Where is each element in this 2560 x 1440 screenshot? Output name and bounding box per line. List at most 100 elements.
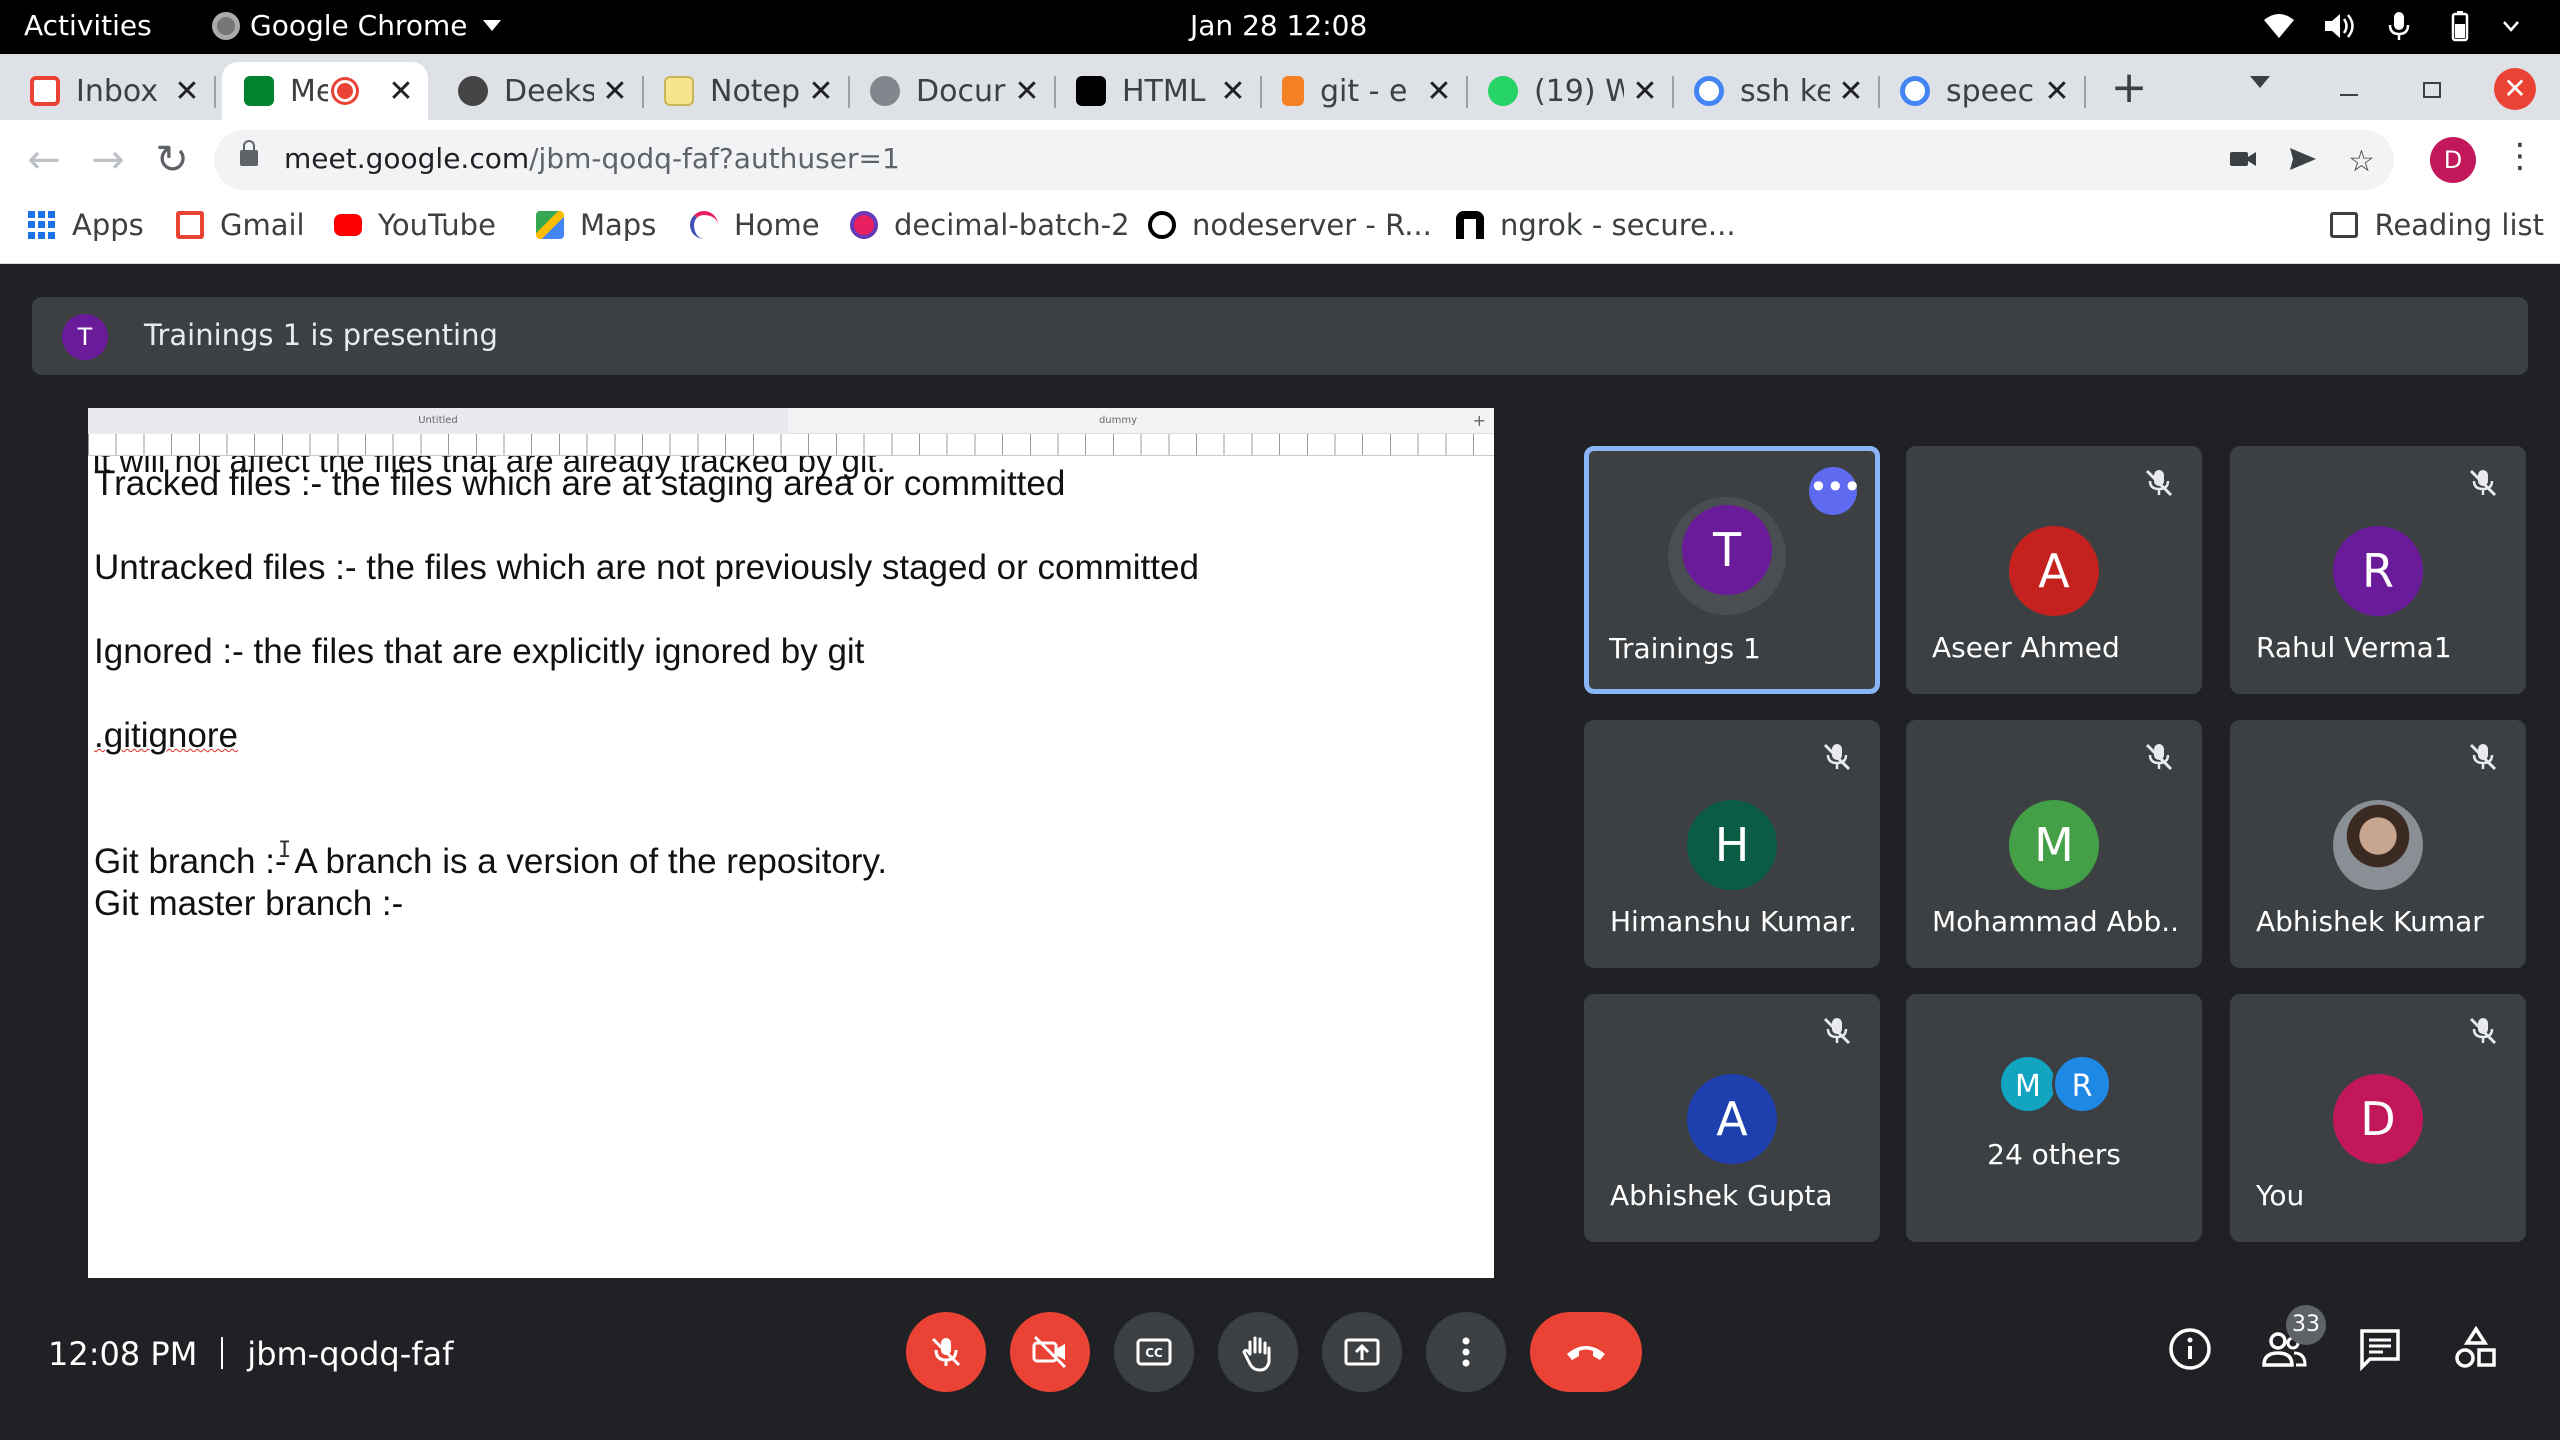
- participant-name: Abhishek Kumar: [2256, 905, 2484, 938]
- browser-tab[interactable]: ssh ke ✕: [1672, 62, 1880, 120]
- chrome-menu-icon[interactable]: ⋮: [2500, 136, 2540, 176]
- toggle-microphone-button[interactable]: [906, 1312, 986, 1392]
- camera-icon[interactable]: [2228, 144, 2258, 182]
- others-count-label: 24 others: [1987, 1138, 2121, 1171]
- participant-avatar: M: [1998, 1054, 2058, 1114]
- close-tab-icon[interactable]: ✕: [1834, 74, 1868, 109]
- profile-avatar[interactable]: D: [2430, 137, 2476, 183]
- address-bar[interactable]: meet.google.com/jbm-qodq-faf?authuser=1 …: [214, 130, 2394, 190]
- bookmark-apps[interactable]: Apps: [28, 208, 144, 242]
- close-tab-icon[interactable]: ✕: [1010, 74, 1044, 109]
- shared-doc-line: Ignored :- the files that are explicitly…: [94, 632, 865, 671]
- tab-search-icon[interactable]: [2250, 76, 2270, 88]
- reading-list-button[interactable]: Reading list: [2330, 208, 2544, 242]
- close-tab-icon[interactable]: ✕: [1422, 74, 1456, 109]
- participant-tile[interactable]: T ••• Trainings 1: [1584, 446, 1880, 694]
- meeting-info-icon[interactable]: [2164, 1323, 2216, 1375]
- present-now-button[interactable]: [1322, 1312, 1402, 1392]
- close-tab-icon[interactable]: ✕: [170, 74, 204, 109]
- reload-icon[interactable]: ↻: [150, 138, 194, 182]
- bookmark-youtube[interactable]: YouTube: [334, 208, 496, 242]
- restore-window-icon[interactable]: [2423, 82, 2441, 98]
- browser-tab-active[interactable]: Me ✕: [222, 62, 428, 120]
- shared-doc-tabs: Untitled dummy +: [88, 408, 1494, 434]
- captions-button[interactable]: CC: [1114, 1312, 1194, 1392]
- system-tray[interactable]: [2262, 10, 2520, 42]
- back-arrow-icon[interactable]: ←: [22, 138, 66, 182]
- close-window-button[interactable]: ✕: [2494, 68, 2536, 110]
- participant-tile[interactable]: R Rahul Verma1: [2230, 446, 2526, 694]
- browser-tab[interactable]: Inbox ✕: [8, 62, 216, 120]
- close-tab-icon[interactable]: ✕: [598, 74, 632, 109]
- system-clock[interactable]: Jan 28 12:08: [1190, 9, 1367, 42]
- home-icon: [690, 211, 718, 239]
- bookmark-ngrok[interactable]: ngrok - secure...: [1456, 208, 1736, 242]
- bookmark-maps[interactable]: Maps: [536, 208, 656, 242]
- forward-arrow-icon[interactable]: →: [86, 138, 130, 182]
- participant-tile[interactable]: A Abhishek Gupta: [1584, 994, 1880, 1242]
- activities-icon[interactable]: [2450, 1323, 2502, 1375]
- reading-list-icon: [2330, 212, 2359, 238]
- more-options-button[interactable]: [1426, 1312, 1506, 1392]
- bookmark-label: Maps: [580, 208, 657, 242]
- leave-call-button[interactable]: [1530, 1312, 1642, 1392]
- browser-tab-strip: Inbox ✕ Me ✕ Deeks ✕ Notep ✕ Docur ✕ HTM…: [0, 54, 2560, 120]
- others-tile[interactable]: M R 24 others: [1906, 994, 2202, 1242]
- bookmark-label: decimal-batch-2: [894, 208, 1130, 242]
- participant-avatar: M: [2009, 800, 2099, 890]
- end-call-icon: [1567, 1346, 1605, 1360]
- shared-doc-add-tab-icon: +: [1472, 411, 1486, 430]
- participant-tile[interactable]: H Himanshu Kumar...: [1584, 720, 1880, 968]
- new-tab-button[interactable]: +: [2100, 62, 2158, 113]
- activities-button[interactable]: Activities: [24, 9, 152, 42]
- bookmark-decimal-batch-2[interactable]: decimal-batch-2: [850, 208, 1130, 242]
- send-icon[interactable]: [2288, 144, 2318, 182]
- browser-tab[interactable]: git - e ✕: [1260, 62, 1468, 120]
- meeting-code: jbm-qodq-faf: [247, 1335, 454, 1373]
- lock-icon[interactable]: [240, 140, 258, 166]
- participant-tile[interactable]: A Aseer Ahmed: [1906, 446, 2202, 694]
- bookmark-gmail[interactable]: Gmail: [176, 208, 305, 242]
- participant-tile-self[interactable]: D You: [2230, 994, 2526, 1242]
- address-bar-url[interactable]: meet.google.com/jbm-qodq-faf?authuser=1: [284, 142, 900, 175]
- more-options-icon[interactable]: •••: [1809, 467, 1862, 515]
- globe-icon: [870, 76, 900, 106]
- presenting-banner-text: Trainings 1 is presenting: [144, 318, 498, 352]
- html-icon: [1076, 76, 1106, 106]
- participant-tile[interactable]: M Mohammad Abb...: [1906, 720, 2202, 968]
- bookmark-label: nodeserver - R...: [1192, 208, 1432, 242]
- mic-off-icon: [2469, 469, 2497, 497]
- participant-name: Trainings 1: [1609, 632, 1761, 665]
- close-tab-icon[interactable]: ✕: [2040, 74, 2074, 109]
- bookmark-nodeserver[interactable]: nodeserver - R...: [1148, 208, 1432, 242]
- close-tab-icon[interactable]: ✕: [804, 74, 838, 109]
- wifi-icon: [2262, 10, 2296, 42]
- bookmark-home[interactable]: Home: [690, 208, 820, 242]
- meet-icon: [244, 76, 274, 106]
- url-path: /jbm-qodq-faf?authuser=1: [529, 142, 900, 175]
- browser-tab[interactable]: Notep ✕: [642, 62, 850, 120]
- chevron-down-icon: [483, 20, 502, 31]
- browser-tab[interactable]: Deeks ✕: [436, 62, 644, 120]
- minimize-window-icon[interactable]: [2340, 94, 2358, 96]
- participant-tile[interactable]: Abhishek Kumar: [2230, 720, 2526, 968]
- camera-off-icon: [1032, 1335, 1067, 1369]
- participant-avatar: A: [1687, 1074, 1777, 1164]
- more-vertical-icon: [1462, 1337, 1470, 1367]
- browser-tab[interactable]: speec ✕: [1878, 62, 2086, 120]
- browser-tab[interactable]: (19) W ✕: [1466, 62, 1674, 120]
- raise-hand-button[interactable]: [1218, 1312, 1298, 1392]
- tab-title: ssh ke: [1740, 73, 1830, 109]
- close-tab-icon[interactable]: ✕: [1216, 74, 1250, 109]
- close-tab-icon[interactable]: ✕: [1628, 74, 1662, 109]
- toggle-camera-button[interactable]: [1010, 1312, 1090, 1392]
- presenter-avatar: T: [62, 314, 108, 360]
- chat-icon[interactable]: [2354, 1323, 2406, 1375]
- present-screen-icon: [1344, 1338, 1380, 1366]
- close-tab-icon[interactable]: ✕: [384, 74, 418, 109]
- bookmark-star-icon[interactable]: ☆: [2348, 144, 2375, 179]
- browser-tab[interactable]: Docur ✕: [848, 62, 1056, 120]
- bookmark-label: ngrok - secure...: [1500, 208, 1736, 242]
- browser-tab[interactable]: HTML ✕: [1054, 62, 1262, 120]
- app-menu[interactable]: Google Chrome: [212, 9, 502, 42]
